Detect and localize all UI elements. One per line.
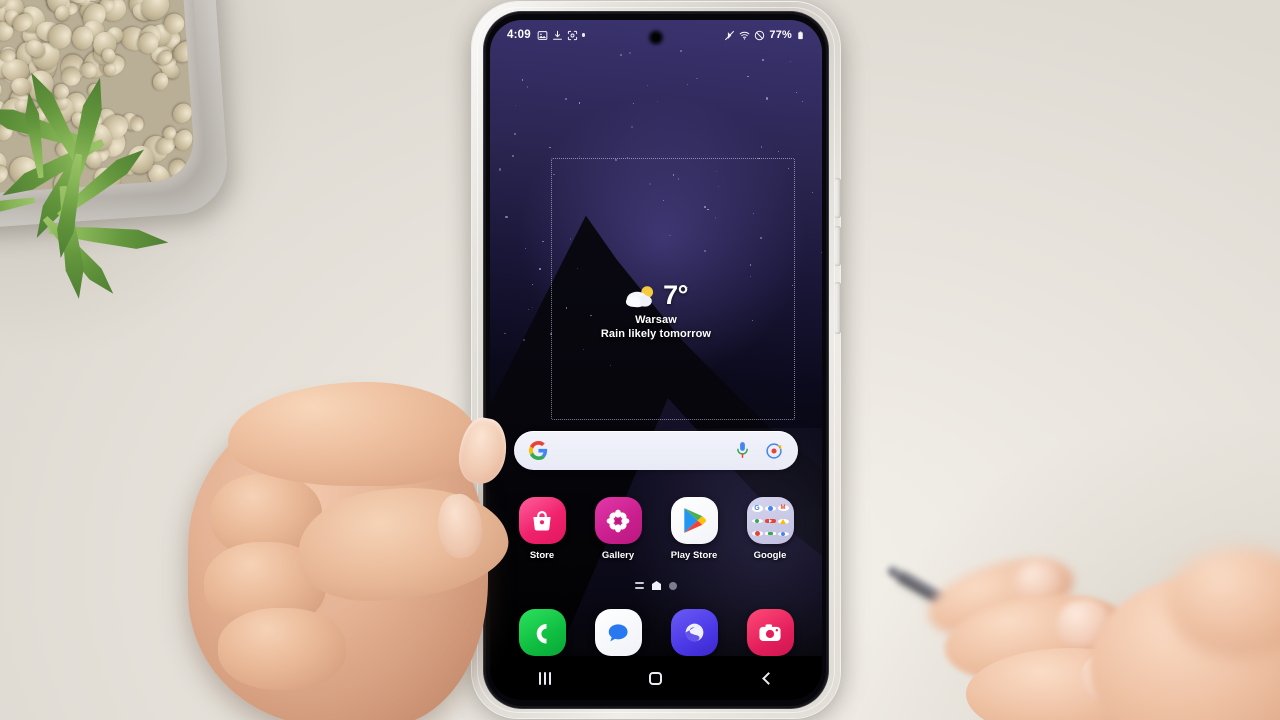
back-icon[interactable] (744, 662, 790, 694)
camera-icon[interactable] (746, 609, 794, 656)
weather-main-row: 7° (490, 282, 822, 309)
app-label: Gallery (601, 550, 635, 561)
folder-mini-maps-icon (751, 519, 763, 524)
wallpaper-star (514, 104, 516, 106)
folder-mini-photos-icon (751, 531, 763, 537)
wallpaper-star (526, 86, 528, 88)
left-hand-knuckle-3 (218, 608, 346, 690)
wallpaper-star (758, 157, 760, 160)
globe-glyph (685, 623, 703, 642)
partly-cloudy-icon (626, 285, 654, 307)
right-hand (919, 544, 1280, 720)
front-camera-punch-hole (650, 32, 662, 43)
left-hand-index-finger (228, 382, 478, 486)
wallpaper-star (553, 173, 555, 176)
google-folder-icon[interactable]: G M (746, 497, 794, 544)
wallpaper-star (538, 267, 541, 270)
microphone-icon[interactable] (735, 441, 750, 460)
folder-mini-youtube-icon (764, 519, 776, 524)
wallpaper-star (703, 249, 706, 252)
weather-temperature: 7° (663, 280, 688, 310)
wallpaper-star (749, 275, 751, 277)
wallpaper-star (707, 208, 709, 211)
weather-widget[interactable]: 7° Warsaw Rain likely tomorrow (490, 282, 822, 341)
wallpaper-star (760, 146, 763, 148)
folder-mini-calendar-icon (777, 531, 789, 536)
page-dot-icon[interactable] (669, 581, 677, 590)
app-gallery[interactable]: Gallery (588, 497, 648, 561)
wallpaper-star (649, 182, 652, 185)
wallpaper-star (565, 98, 567, 101)
wallpaper-star (777, 150, 779, 152)
play-store-icon[interactable] (670, 497, 718, 544)
status-bar-clock: 4:09 (507, 29, 531, 41)
smart-select-icon (567, 30, 577, 40)
wallpaper-star (629, 51, 632, 54)
case-volume-down-cutout (834, 226, 841, 266)
app-label: Google (753, 550, 787, 561)
folder-mini-search-icon: G (751, 504, 763, 512)
battery-icon (798, 31, 803, 39)
wallpaper-star (801, 101, 803, 102)
chat-bubble-glyph (608, 623, 628, 641)
messages-icon[interactable] (594, 609, 642, 656)
folder-mini-meet-icon (764, 532, 776, 536)
wallpaper-star (505, 215, 508, 218)
home-icon[interactable] (633, 662, 679, 694)
samsung-free-lines-icon[interactable] (635, 582, 644, 589)
potted-plant (0, 0, 260, 270)
case-volume-up-cutout (834, 178, 841, 218)
silent-vibrate-icon (725, 30, 735, 40)
weather-city: Warsaw (635, 314, 677, 326)
folder-mini-drive-icon (777, 518, 789, 524)
wallpaper-star (620, 54, 623, 57)
google-lens-icon[interactable] (765, 442, 783, 460)
wifi-icon (739, 31, 750, 40)
scene: 4:09 77% 7° Warsaw Rain likely tomorrow … (0, 0, 1280, 720)
google-search-bar[interactable] (514, 431, 798, 470)
internet-icon[interactable] (670, 609, 718, 656)
wallpaper-star (714, 217, 716, 219)
case-power-cutout (834, 282, 841, 334)
left-hand (188, 336, 548, 720)
wallpaper-star (703, 206, 706, 209)
play-triangle-glyph (683, 508, 706, 533)
wallpaper-star (521, 79, 524, 81)
wallpaper-star (631, 125, 633, 128)
wallpaper-star (790, 60, 792, 63)
wallpaper-star (513, 132, 516, 135)
more-dot-icon (581, 33, 586, 37)
folder-mini-gmail-icon: M (777, 505, 789, 512)
wallpaper-star (542, 240, 544, 243)
wallpaper-star (796, 91, 797, 93)
download-icon (552, 30, 562, 40)
wallpaper-star (747, 75, 749, 77)
home-page-icon[interactable] (652, 581, 661, 590)
wallpaper-star (820, 251, 822, 253)
wallpaper-star (679, 50, 682, 53)
wallpaper-star (765, 97, 768, 100)
flower-glyph (606, 509, 630, 532)
status-bar-right: 77% (724, 29, 805, 42)
gallery-icon (537, 30, 548, 40)
wallpaper-star (672, 174, 675, 176)
wallpaper-star (669, 234, 671, 236)
wallpaper-star (761, 59, 764, 62)
app-google-folder[interactable]: G M Google (740, 497, 800, 561)
gallery-flower-icon[interactable] (594, 497, 642, 544)
app-play-store[interactable]: Play Store (664, 497, 724, 561)
status-bar-left: 4:09 (507, 29, 586, 41)
dnd-icon (755, 30, 765, 40)
camera-glyph (759, 623, 781, 641)
battery-percent-label: 77% (769, 29, 792, 41)
folder-mini-chrome-icon (764, 505, 776, 511)
app-label: Play Store (670, 550, 718, 561)
